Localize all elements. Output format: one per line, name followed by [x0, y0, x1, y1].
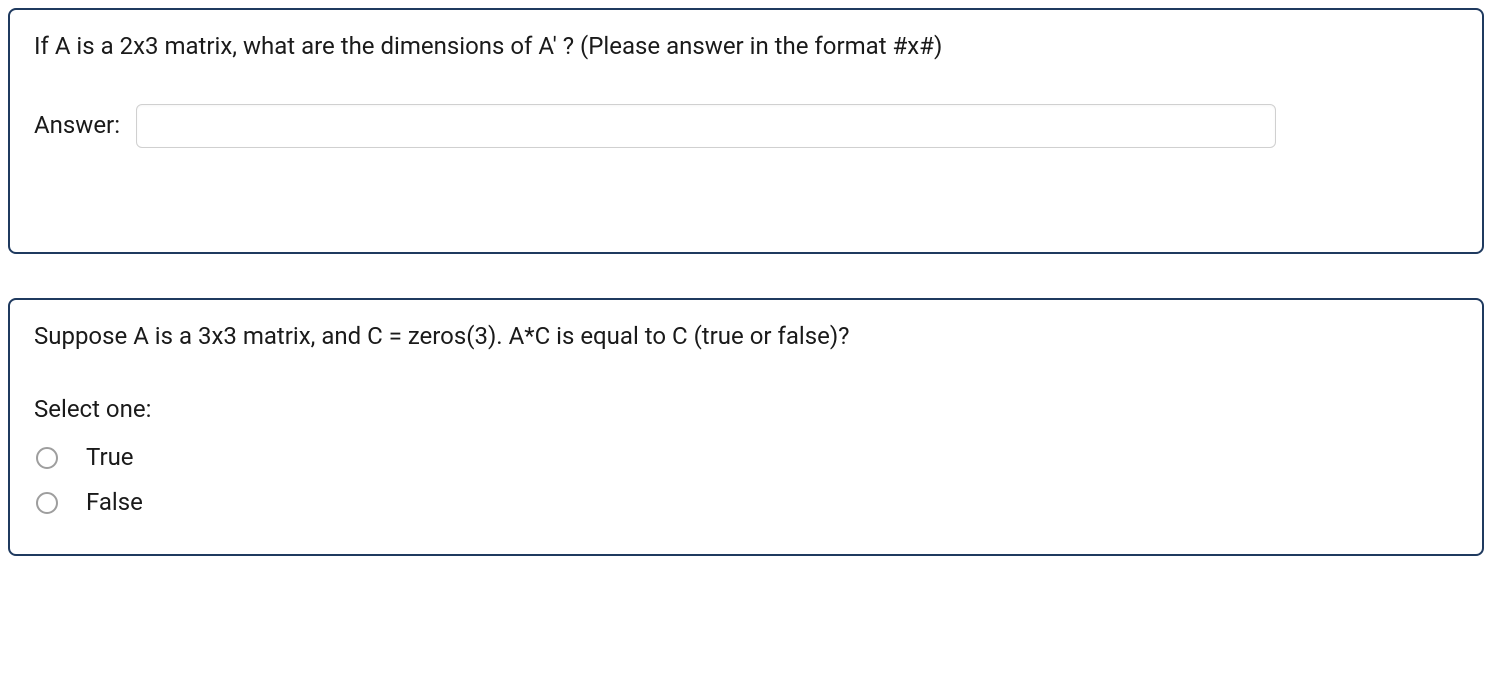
question-1-text: If A is a 2x3 matrix, what are the dimen…	[34, 30, 1458, 64]
radio-label-false[interactable]: False	[86, 486, 143, 520]
answer-input[interactable]	[136, 104, 1276, 148]
radio-label-true[interactable]: True	[86, 441, 134, 475]
radio-circle-icon[interactable]	[36, 447, 58, 469]
question-box-1: If A is a 2x3 matrix, what are the dimen…	[8, 8, 1484, 254]
question-box-2: Suppose A is a 3x3 matrix, and C = zeros…	[8, 298, 1484, 556]
radio-option-false[interactable]: False	[34, 480, 1458, 526]
answer-label: Answer:	[34, 109, 120, 143]
answer-row: Answer:	[34, 104, 1458, 148]
radio-circle-icon[interactable]	[36, 492, 58, 514]
question-2-text: Suppose A is a 3x3 matrix, and C = zeros…	[34, 320, 1458, 354]
select-one-label: Select one:	[34, 393, 1458, 427]
radio-option-true[interactable]: True	[34, 435, 1458, 481]
